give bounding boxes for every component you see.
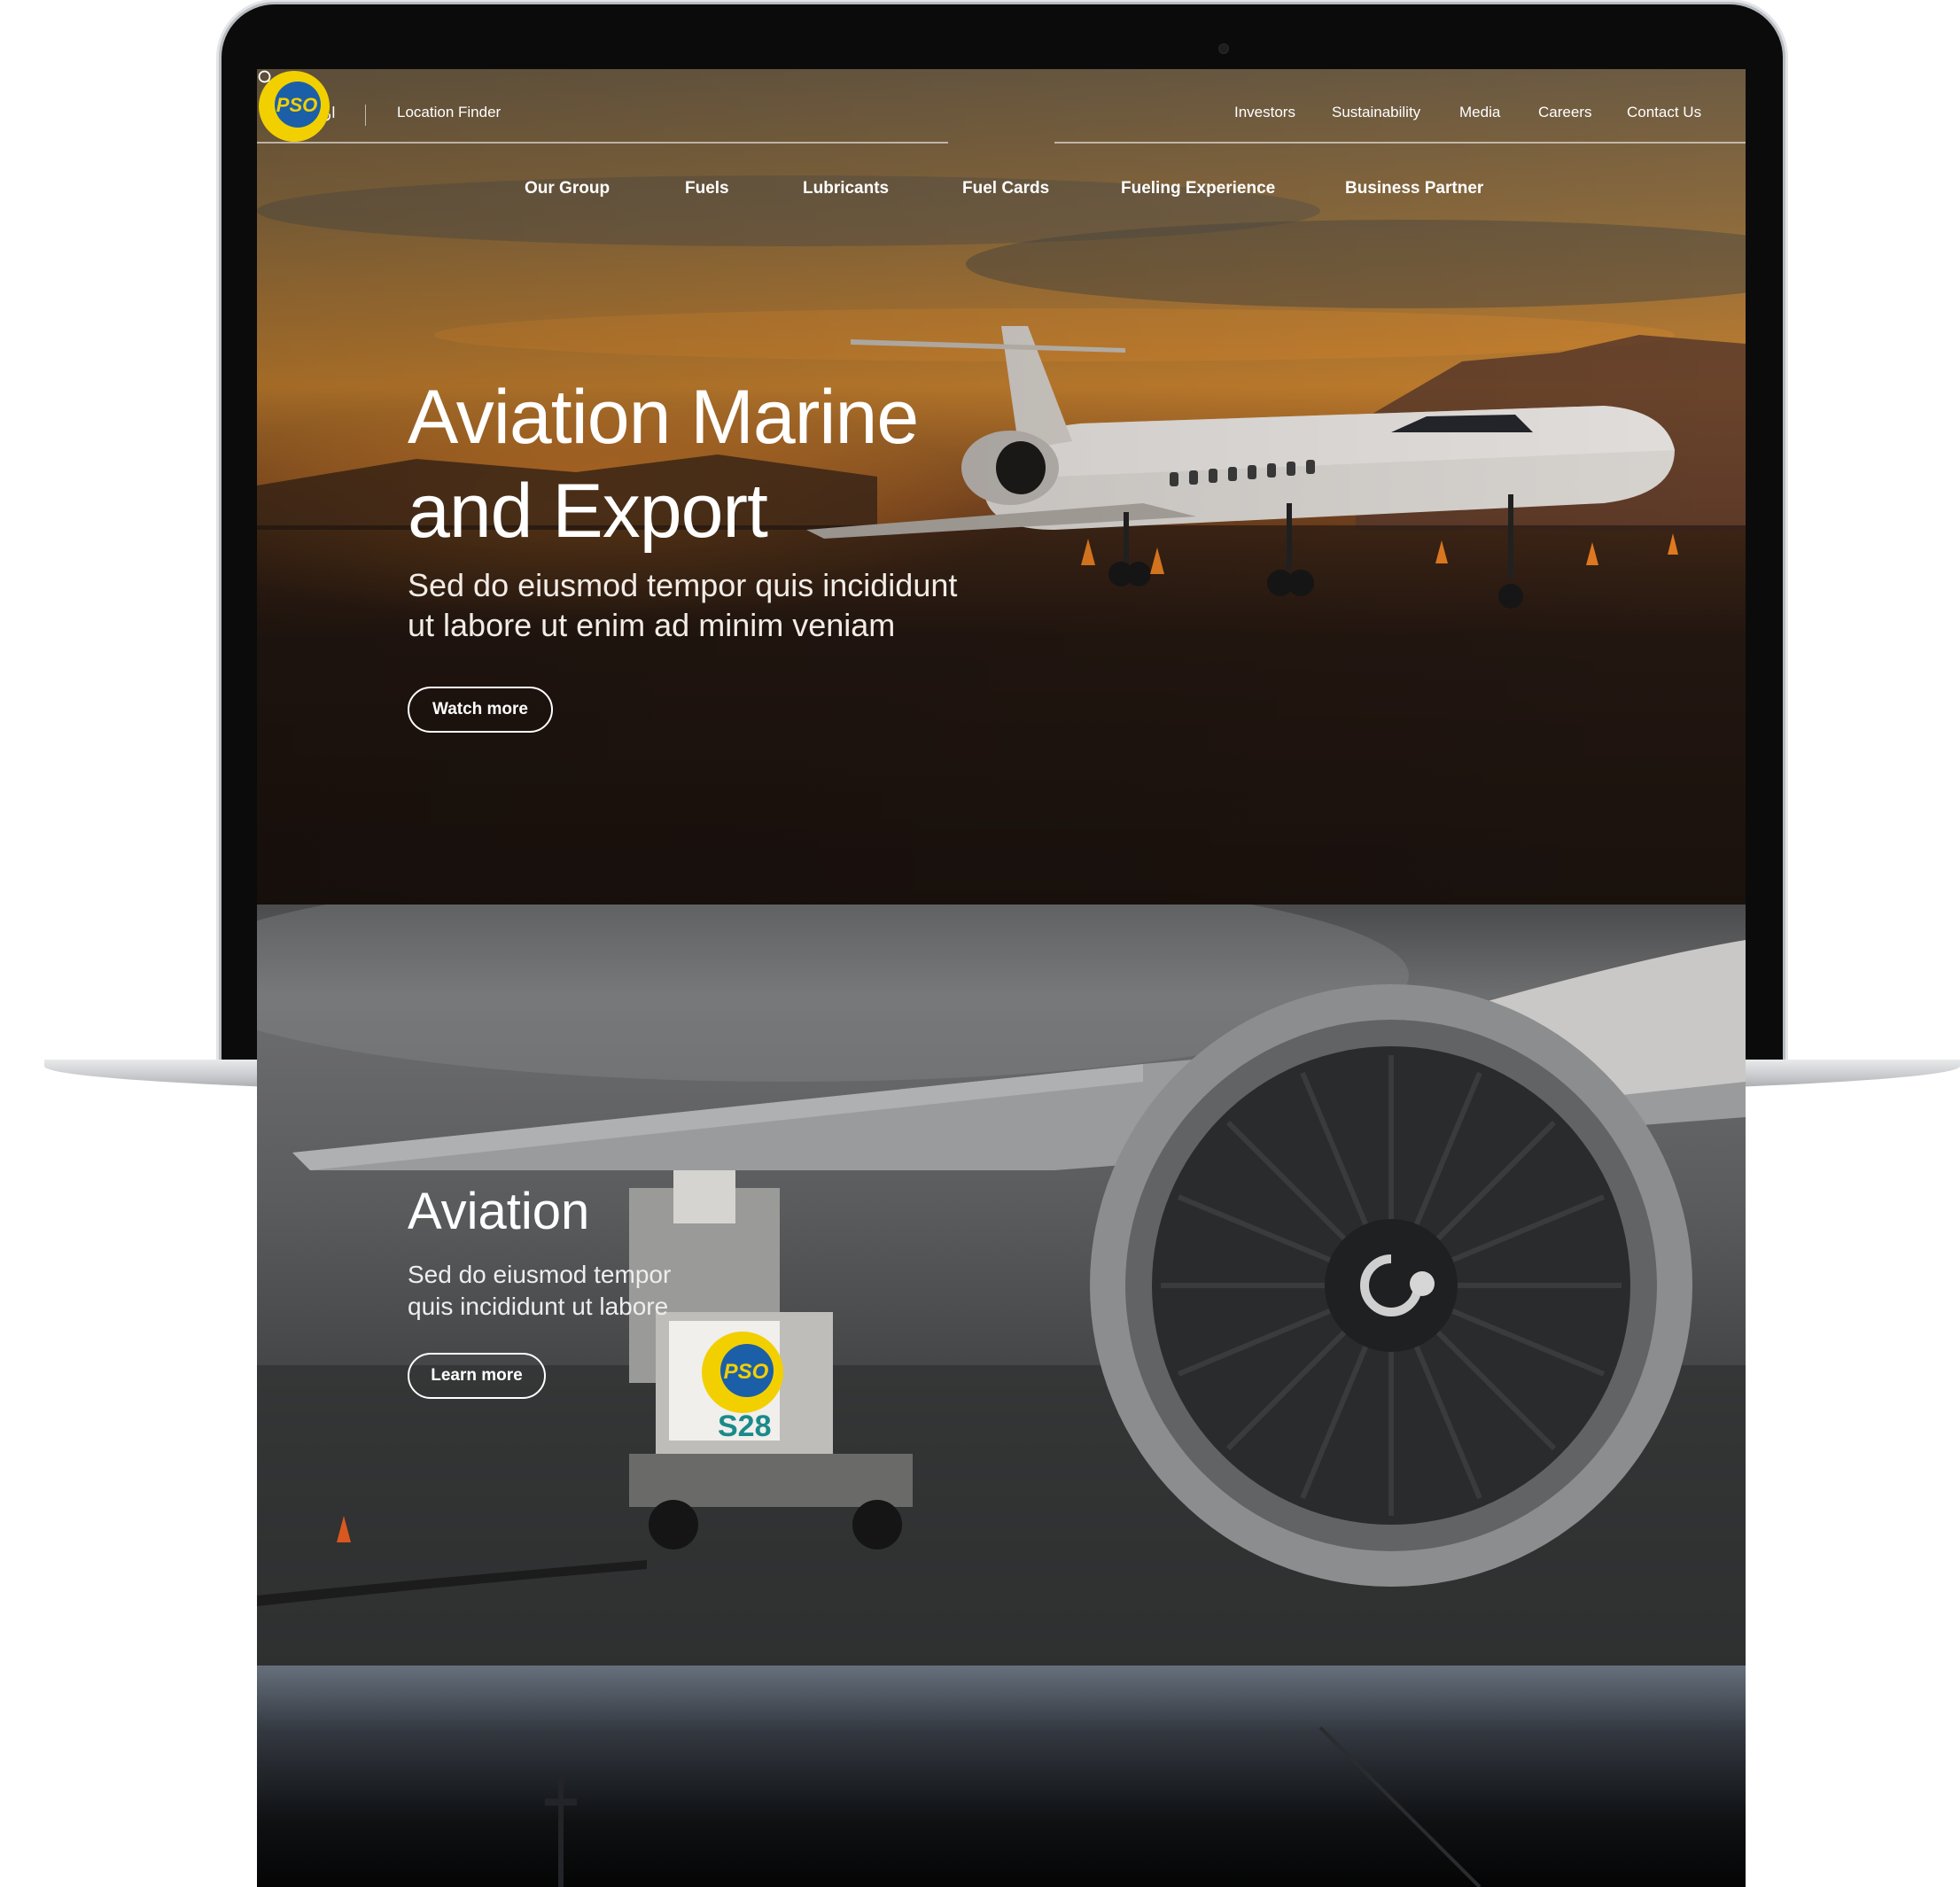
hero-subtitle-line1: Sed do eiusmod tempor quis incididunt: [408, 567, 958, 603]
pso-logo[interactable]: PSO: [257, 69, 331, 144]
hero-title-line1: Aviation Marine: [408, 375, 919, 460]
learn-more-button[interactable]: Learn more: [408, 1353, 546, 1399]
logo-text: PSO: [276, 94, 317, 116]
nav-contact-us[interactable]: Contact Us: [1627, 104, 1701, 121]
mainnav-our-group[interactable]: Our Group: [525, 179, 610, 198]
hero-title: Aviation Marine and Export: [408, 370, 1010, 558]
hero-title-line2: and Export: [408, 469, 768, 554]
header-rule-left: [257, 142, 948, 144]
nav-media[interactable]: Media: [1459, 104, 1500, 121]
aviation-subtitle: Sed do eiusmod tempor quis incididunt ut…: [408, 1259, 700, 1323]
screen: اردو Location Finder PSO Investors Susta…: [257, 69, 1746, 1887]
watch-more-button[interactable]: Watch more: [408, 687, 553, 733]
nav-sustainability[interactable]: Sustainability: [1332, 104, 1420, 121]
hero-section: اردو Location Finder PSO Investors Susta…: [257, 69, 1746, 905]
location-finder-link[interactable]: Location Finder: [397, 104, 501, 121]
next-section-preview: [257, 1666, 1746, 1887]
aviation-subtitle-line1: Sed do eiusmod tempor: [408, 1261, 672, 1288]
hero-subtitle-line2: ut labore ut enim ad minim veniam: [408, 607, 896, 643]
mainnav-fuel-cards[interactable]: Fuel Cards: [962, 179, 1049, 198]
truck-logo-text: PSO: [724, 1360, 769, 1384]
camera: [1218, 43, 1229, 54]
site-header: اردو Location Finder PSO Investors Susta…: [257, 69, 1746, 229]
hero-subtitle: Sed do eiusmod tempor quis incididunt ut…: [408, 565, 975, 645]
aviation-subtitle-line2: quis incididunt ut labore: [408, 1293, 669, 1320]
mainnav-fuels[interactable]: Fuels: [685, 179, 729, 198]
aviation-title: Aviation: [408, 1183, 590, 1240]
mainnav-business-partner[interactable]: Business Partner: [1345, 179, 1483, 198]
next-section-illustration: [545, 1726, 1482, 1887]
header-rule-right: [1054, 142, 1746, 144]
mainnav-fueling-experience[interactable]: Fueling Experience: [1121, 179, 1275, 198]
header-divider: [365, 105, 366, 126]
mainnav-lubricants[interactable]: Lubricants: [803, 179, 889, 198]
aviation-section: PSO S28 Aviation Sed do eiusmod tempor q…: [257, 905, 1746, 1666]
nav-careers[interactable]: Careers: [1538, 104, 1591, 121]
nav-investors[interactable]: Investors: [1234, 104, 1295, 121]
truck-number: S28: [718, 1409, 772, 1443]
